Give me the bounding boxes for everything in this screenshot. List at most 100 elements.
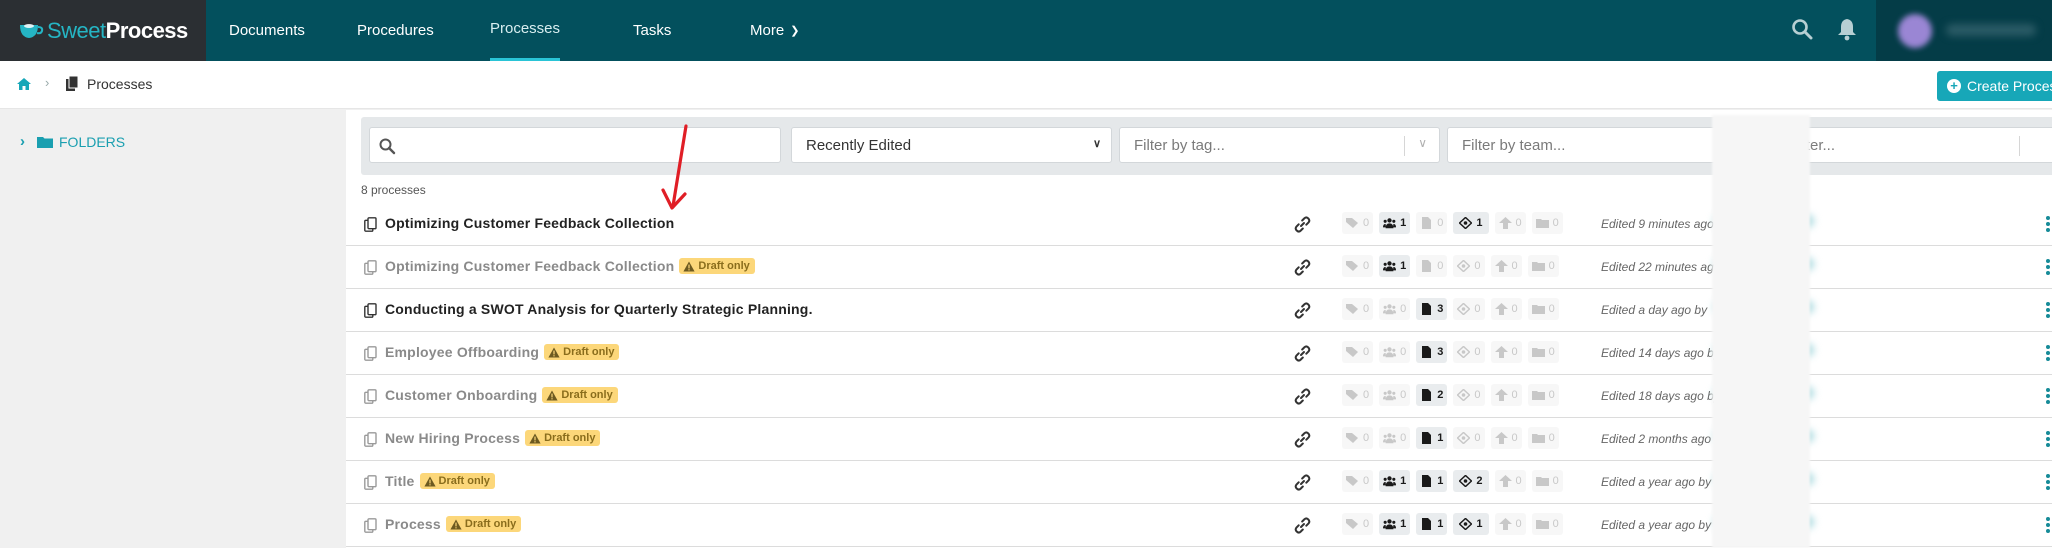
diamond-step-icon: [1459, 475, 1473, 487]
uploads-count: 0: [1490, 384, 1522, 406]
nav-procedures[interactable]: Procedures: [357, 0, 434, 61]
stats: 0 1 0 1 0 0: [1342, 212, 1569, 234]
logo[interactable]: SweetProcess: [0, 0, 206, 61]
process-count: 8 processes: [361, 183, 426, 197]
documents-count: 2: [1416, 384, 1448, 406]
link-icon[interactable]: [1294, 302, 1311, 319]
document-icon: [1422, 260, 1432, 272]
nav-label: Tasks: [633, 22, 672, 39]
steps-count: 1: [1453, 212, 1489, 234]
create-process-button[interactable]: + Create Process: [1937, 71, 2052, 101]
user-name-redacted: [1946, 24, 2036, 36]
documents-count: 3: [1416, 341, 1448, 363]
folder-icon: [1531, 434, 1545, 443]
draft-badge: Draft only: [679, 258, 755, 274]
folder-icon: [1531, 262, 1545, 271]
folders-toggle[interactable]: › FOLDERS: [20, 133, 125, 150]
upload-icon: [1494, 260, 1508, 272]
stats: 0 0 1 0 0 0: [1342, 427, 1565, 449]
more-options-icon[interactable]: [2046, 302, 2052, 320]
more-options-icon[interactable]: [2046, 345, 2052, 363]
chevron-down-icon: ❯: [790, 25, 800, 37]
search-input[interactable]: [369, 127, 781, 163]
nav-more[interactable]: More ❯: [750, 0, 799, 61]
draft-badge: Draft only: [542, 387, 618, 403]
warning-icon: [529, 433, 541, 443]
user-menu[interactable]: [1876, 0, 2052, 61]
documents-icon: [66, 76, 79, 91]
edited-timestamp: Edited 18 days ago by: [1601, 389, 1720, 403]
users-icon: [1383, 218, 1397, 229]
link-icon[interactable]: [1294, 259, 1311, 276]
nav-tasks[interactable]: Tasks: [633, 0, 671, 61]
document-icon: [1422, 432, 1432, 444]
document-icon: [1422, 346, 1432, 358]
tag-icon: [1346, 519, 1358, 529]
edited-timestamp: Edited a day ago by: [1601, 303, 1708, 317]
tags-count: 0: [1342, 427, 1374, 449]
users-icon: [1383, 476, 1397, 487]
nav-label: Procedures: [357, 22, 434, 39]
edited-timestamp: Edited 14 days ago by: [1601, 346, 1720, 360]
tag-filter[interactable]: Filter by tag... ∨: [1119, 127, 1440, 163]
uploads-count: 0: [1490, 255, 1522, 277]
nav-label: Processes: [490, 20, 561, 37]
diamond-step-icon: [1457, 303, 1471, 315]
users-icon: [1383, 347, 1397, 358]
other-filter[interactable]: Filter...: [1775, 127, 2052, 163]
link-icon[interactable]: [1294, 474, 1311, 491]
members-count: 1: [1379, 513, 1411, 535]
link-icon[interactable]: [1294, 345, 1311, 362]
warning-icon: [546, 390, 558, 400]
documents-count: 1: [1416, 513, 1448, 535]
more-options-icon[interactable]: [2046, 431, 2052, 449]
document-icon: [1422, 217, 1432, 229]
logo-process: Process: [105, 17, 189, 43]
link-icon[interactable]: [1294, 431, 1311, 448]
folder-icon: [37, 136, 53, 148]
process-icon: [364, 346, 377, 361]
link-icon[interactable]: [1294, 216, 1311, 233]
link-icon[interactable]: [1294, 388, 1311, 405]
process-title-link[interactable]: New Hiring Process Draft only: [385, 430, 601, 446]
bell-icon[interactable]: [1836, 17, 1858, 41]
breadcrumb-separator: ›: [45, 75, 50, 90]
breadcrumb-current: Processes: [87, 76, 153, 92]
sort-select[interactable]: Recently Edited ∨: [791, 127, 1112, 163]
folders-count: 0: [1527, 298, 1559, 320]
draft-label: Draft only: [563, 346, 615, 358]
process-title-link[interactable]: Employee Offboarding Draft only: [385, 344, 620, 360]
warning-icon: [450, 519, 462, 529]
process-title-link[interactable]: Title Draft only: [385, 473, 495, 489]
tag-icon: [1346, 304, 1358, 314]
process-title-link[interactable]: Customer Onboarding Draft only: [385, 387, 618, 403]
home-icon[interactable]: [16, 77, 32, 91]
tag-icon: [1346, 433, 1358, 443]
process-title-link[interactable]: Optimizing Customer Feedback Collection: [385, 215, 674, 231]
warning-icon: [423, 476, 436, 486]
link-icon[interactable]: [1294, 517, 1311, 534]
process-title-link[interactable]: Conducting a SWOT Analysis for Quarterly…: [385, 301, 813, 317]
documents-count: 3: [1416, 298, 1448, 320]
members-count: 1: [1379, 255, 1411, 277]
process-title-link[interactable]: Optimizing Customer Feedback Collection …: [385, 258, 755, 274]
process-title: New Hiring Process: [385, 430, 521, 446]
process-icon: [364, 260, 377, 275]
more-options-icon[interactable]: [2046, 259, 2052, 277]
process-title: Employee Offboarding: [385, 344, 540, 360]
search-icon[interactable]: [1791, 18, 1813, 40]
search-icon: [379, 138, 396, 155]
draft-label: Draft only: [544, 432, 596, 444]
nav-processes[interactable]: Processes: [490, 0, 561, 61]
nav-documents[interactable]: Documents: [229, 0, 305, 61]
more-options-icon[interactable]: [2046, 474, 2052, 492]
diamond-step-icon: [1457, 346, 1471, 358]
more-options-icon[interactable]: [2046, 388, 2052, 406]
stats: 0 0 2 0 0 0: [1342, 384, 1565, 406]
more-options-icon[interactable]: [2046, 216, 2052, 234]
process-title-link[interactable]: Process Draft only: [385, 516, 522, 532]
draft-badge: Draft only: [445, 516, 522, 532]
sort-value: Recently Edited: [806, 136, 912, 154]
breadcrumb: › Processes + Create Process: [0, 61, 2052, 109]
more-options-icon[interactable]: [2046, 517, 2052, 535]
